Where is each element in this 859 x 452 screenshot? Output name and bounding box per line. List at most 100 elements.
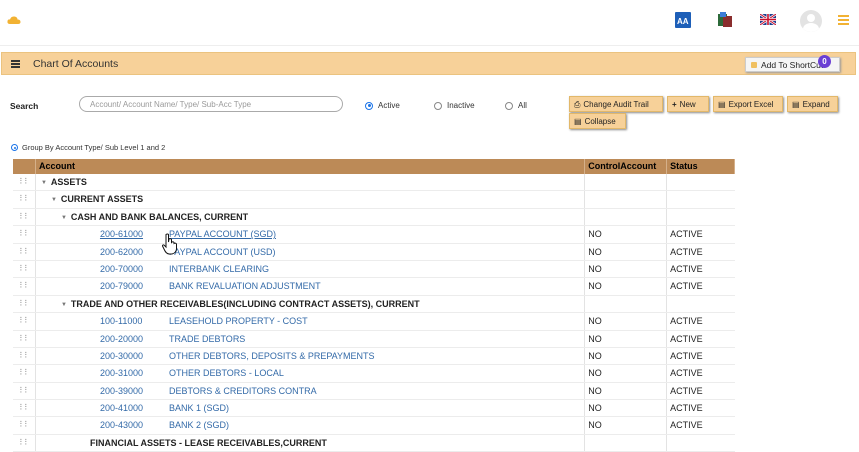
drag-handle-icon[interactable]: ⠇⠇ — [13, 400, 36, 417]
account-name-link[interactable]: BANK 1 (SGD) — [169, 403, 229, 413]
account-name-link[interactable]: LEASEHOLD PROPERTY - COST — [169, 316, 308, 326]
drag-handle-icon[interactable]: ⠇⠇ — [13, 434, 36, 452]
caret-down-icon[interactable]: ▼ — [61, 297, 67, 312]
drag-handle-icon[interactable]: ⠇⠇ — [13, 417, 36, 434]
group-by-radio[interactable]: Group By Account Type/ Sub Level 1 and 2 — [11, 143, 165, 152]
drag-handle-icon[interactable]: ⠇⠇ — [13, 191, 36, 208]
account-code-link[interactable]: 200-20000 — [100, 331, 169, 347]
drag-handle-icon[interactable]: ⠇⠇ — [13, 365, 36, 382]
text-size-icon[interactable]: AA — [675, 12, 691, 28]
filter-active-radio[interactable]: Active — [365, 101, 400, 110]
table-row[interactable]: ⠇⠇ 200-79000 BANK REVALUATION ADJUSTMENT NO… — [13, 278, 735, 296]
uk-flag-icon[interactable] — [760, 14, 776, 25]
table-row[interactable]: ⠇⠇ 200-30000 OTHER DEBTORS, DEPOSITS & PRE… — [13, 347, 735, 366]
status-cell: ACTIVE — [670, 350, 703, 361]
filter-all-radio[interactable]: All — [505, 101, 527, 110]
drag-handle-icon[interactable]: ⠇⠇ — [13, 382, 36, 400]
search-input[interactable] — [79, 96, 343, 112]
table-row[interactable]: ⠇⠇ 200-43000 BANK 2 (SGD) NO ACTIVE — [13, 417, 735, 435]
status-cell: ACTIVE — [670, 281, 703, 292]
account-name-link[interactable]: OTHER DEBTORS, DEPOSITS & PREPAYMENTS — [169, 351, 375, 361]
drag-handle-icon[interactable]: ⠇⠇ — [13, 208, 36, 226]
cloud-logo-icon[interactable] — [7, 14, 21, 25]
drag-handle-icon[interactable]: ⠇⠇ — [13, 313, 36, 330]
column-header-control-account[interactable]: ControlAccount — [585, 159, 668, 174]
account-code-link[interactable]: 200-79000 — [100, 278, 169, 294]
caret-down-icon[interactable]: ▼ — [51, 192, 57, 207]
status-cell — [667, 174, 735, 190]
account-name-link[interactable]: INTERBANK CLEARING — [169, 264, 269, 274]
control-account-cell — [585, 434, 668, 452]
radio-unchecked-icon — [434, 101, 442, 110]
table-row[interactable]: ⠇⠇ 200-61000 PAYPAL ACCOUNT (SGD) NO ACTIVE — [13, 226, 735, 244]
account-name-link[interactable]: DEBTORS & CREDITORS CONTRA — [169, 386, 317, 396]
export-excel-button[interactable]: ▤ Export Excel — [713, 96, 783, 112]
radio-checked-icon — [365, 101, 373, 110]
drag-handle-icon[interactable]: ⠇⠇ — [13, 347, 36, 365]
control-account-cell — [585, 191, 668, 208]
drag-handle-icon[interactable]: ⠇⠇ — [13, 260, 36, 278]
expand-button[interactable]: ▤ Expand — [787, 96, 838, 112]
account-code-link[interactable]: 200-31000 — [100, 365, 169, 381]
group-label: TRADE AND OTHER RECEIVABLES(INCLUDING CO… — [70, 298, 420, 309]
group-row[interactable]: ⠇⠇ ▼ CURRENT ASSETS — [13, 191, 735, 209]
filter-inactive-radio[interactable]: Inactive — [434, 101, 475, 110]
group-by-label: Group By Account Type/ Sub Level 1 and 2 — [22, 143, 166, 152]
account-name-link[interactable]: OTHER DEBTORS - LOCAL — [169, 368, 284, 378]
account-code-link[interactable]: 200-41000 — [100, 400, 169, 416]
status-cell — [667, 209, 735, 225]
account-name-link[interactable]: PAYPAL ACCOUNT (SGD) — [169, 229, 276, 239]
account-code-link[interactable]: 200-43000 — [100, 417, 169, 433]
table-row[interactable]: ⠇⠇ 200-41000 BANK 1 (SGD) NO ACTIVE — [13, 400, 735, 418]
drag-handle-icon[interactable]: ⠇⠇ — [13, 174, 36, 191]
group-row[interactable]: ⠇⠇ FINANCIAL ASSETS - LEASE RECEIVABLES,C… — [13, 434, 735, 452]
new-button[interactable]: + New — [667, 96, 709, 112]
status-cell: ACTIVE — [670, 316, 703, 327]
sidebar-toggle-icon[interactable] — [11, 60, 20, 69]
drag-handle-icon[interactable]: ⠇⠇ — [13, 243, 36, 260]
excel-icon: ▤ — [718, 100, 726, 109]
status-cell: ACTIVE — [670, 229, 703, 240]
table-row[interactable]: ⠇⠇ 200-62000 PAYPAL ACCOUNT (USD) NO ACTIVE — [13, 243, 735, 261]
account-code-link[interactable]: 200-70000 — [100, 261, 169, 277]
account-code-link[interactable]: 200-39000 — [100, 383, 169, 399]
drag-handle-icon[interactable]: ⠇⠇ — [13, 330, 36, 347]
group-row[interactable]: ⠇⠇ ▼ ASSETS — [13, 174, 735, 192]
table-row[interactable]: ⠇⠇ 200-39000 DEBTORS & CREDITORS CONTRA NO A… — [13, 382, 735, 401]
account-code-link[interactable]: 200-62000 — [100, 244, 169, 260]
add-to-shortcut-button[interactable]: Add To ShortCut 0 — [745, 55, 840, 72]
drag-handle-icon[interactable]: ⠇⠇ — [13, 295, 36, 313]
group-row[interactable]: ⠇⠇ ▼ CASH AND BANK BALANCES, CURRENT — [13, 208, 735, 227]
account-code-link[interactable]: 200-61000 — [100, 226, 169, 242]
control-account-cell: NO — [585, 365, 668, 382]
ledger-book-icon[interactable] — [717, 12, 733, 28]
menu-icon[interactable] — [838, 15, 849, 27]
user-avatar-icon[interactable] — [800, 10, 822, 32]
change-audit-trail-label: Change Audit Trail — [583, 100, 649, 109]
caret-down-icon[interactable]: ▼ — [41, 175, 47, 190]
table-row[interactable]: ⠇⠇ 100-11000 LEASEHOLD PROPERTY - COST NO AC… — [13, 313, 735, 331]
account-name-link[interactable]: TRADE DEBTORS — [169, 334, 245, 344]
account-name-link[interactable]: PAYPAL ACCOUNT (USD) — [169, 247, 276, 257]
control-account-cell: NO — [585, 243, 668, 260]
filter-active-label: Active — [378, 101, 400, 110]
status-cell — [667, 296, 735, 312]
change-audit-trail-button[interactable]: ⎙ Change Audit Trail — [569, 96, 663, 112]
drag-handle-icon[interactable]: ⠇⠇ — [13, 278, 36, 295]
table-row[interactable]: ⠇⠇ 200-31000 OTHER DEBTORS - LOCAL NO ACTIVE — [13, 365, 735, 383]
column-header-status[interactable]: Status — [667, 159, 735, 174]
collapse-button[interactable]: ▤ Collapse — [569, 113, 626, 129]
table-header: Account ControlAccount Status — [13, 159, 735, 174]
group-label: FINANCIAL ASSETS - LEASE RECEIVABLES,CUR… — [89, 437, 327, 448]
account-code-link[interactable]: 200-30000 — [100, 348, 169, 364]
radio-unchecked-icon — [505, 101, 513, 110]
group-row[interactable]: ⠇⠇ ▼ TRADE AND OTHER RECEIVABLES(INCLUDING… — [13, 295, 735, 314]
account-code-link[interactable]: 100-11000 — [100, 313, 169, 329]
table-row[interactable]: ⠇⠇ 200-70000 INTERBANK CLEARING NO ACTIVE — [13, 260, 735, 279]
account-name-link[interactable]: BANK REVALUATION ADJUSTMENT — [169, 281, 321, 291]
caret-down-icon[interactable]: ▼ — [61, 210, 67, 225]
table-row[interactable]: ⠇⠇ 200-20000 TRADE DEBTORS NO ACTIVE — [13, 330, 735, 348]
account-name-link[interactable]: BANK 2 (SGD) — [169, 420, 229, 430]
drag-handle-icon[interactable]: ⠇⠇ — [13, 226, 36, 243]
column-header-account[interactable]: Account — [36, 159, 586, 174]
